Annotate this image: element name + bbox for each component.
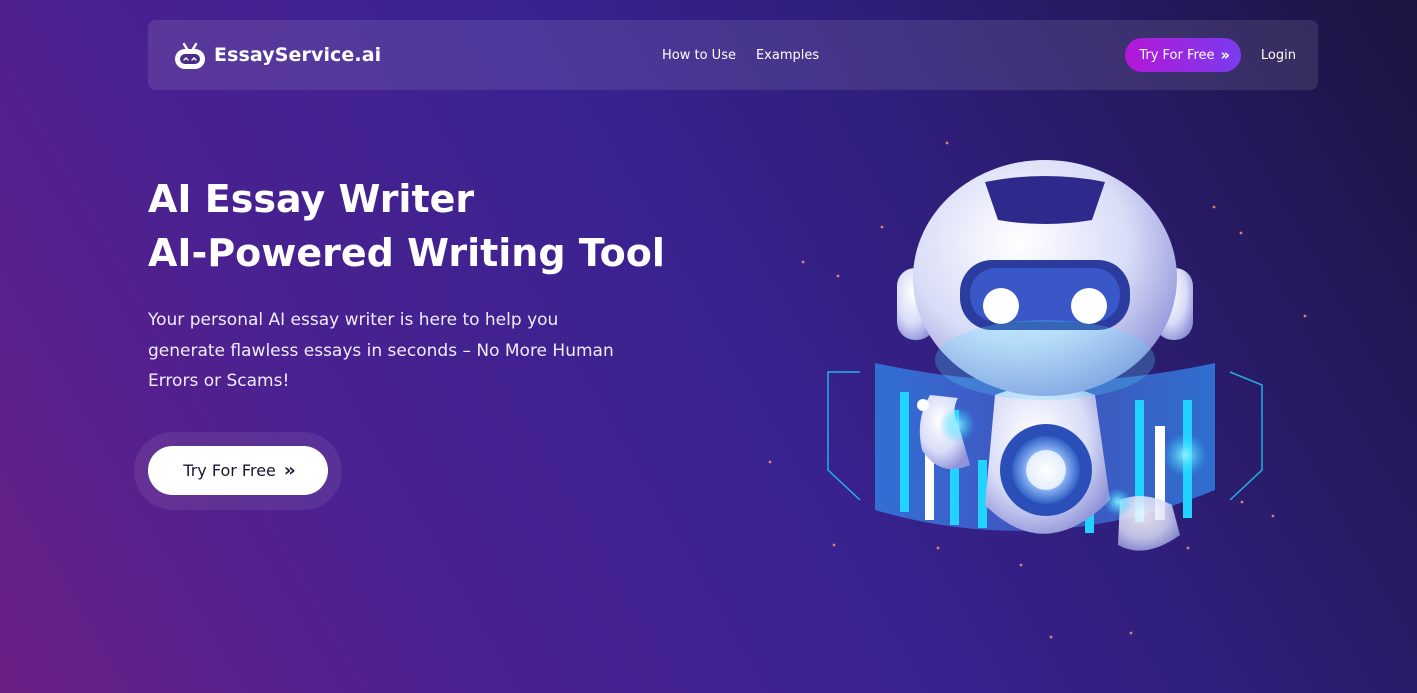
robot-right-eye	[1071, 288, 1107, 324]
hero-title: AI Essay Writer AI-Powered Writing Tool	[148, 172, 665, 280]
robot-forehead-panel	[985, 176, 1105, 224]
double-chevron-right-icon: ››	[1220, 46, 1231, 64]
double-chevron-right-icon: ››	[283, 460, 296, 481]
top-navbar: EssayService.ai How to Use Examples Try …	[148, 20, 1318, 90]
hero-title-line-1: AI Essay Writer	[148, 177, 475, 221]
nav-try-for-free-label: Try For Free	[1139, 47, 1215, 63]
robot-illustration	[827, 160, 1263, 551]
login-link[interactable]: Login	[1261, 48, 1296, 63]
nav-link-examples[interactable]: Examples	[756, 48, 819, 63]
brand-logo[interactable]: EssayService.ai	[172, 39, 381, 71]
nav-link-how-to-use[interactable]: How to Use	[662, 48, 736, 63]
robot-head-icon	[175, 42, 205, 69]
main-nav: How to Use Examples	[662, 20, 819, 90]
hero-description: Your personal AI essay writer is here to…	[148, 310, 614, 391]
right-bracket	[1229, 371, 1263, 501]
robot-left-eye	[983, 288, 1019, 324]
left-bracket	[827, 371, 861, 501]
nav-try-for-free-button[interactable]: Try For Free ››	[1125, 38, 1241, 72]
brand-name: EssayService.ai	[214, 44, 382, 66]
hero-title-line-2: AI-Powered Writing Tool	[148, 231, 665, 275]
hero-try-for-free-button[interactable]: Try For Free ››	[148, 446, 328, 495]
nav-actions: Try For Free ›› Login	[1125, 38, 1296, 72]
hero-try-for-free-label: Try For Free	[183, 461, 276, 480]
